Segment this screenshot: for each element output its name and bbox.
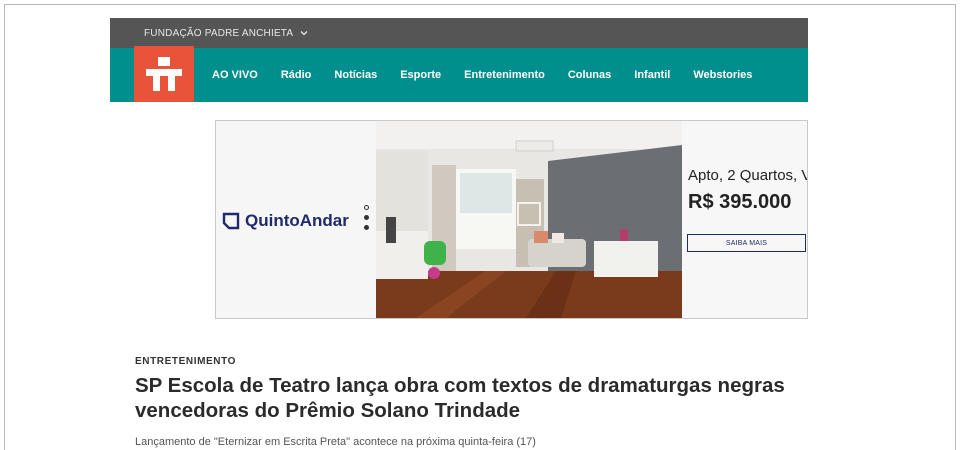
article-subtitle: Lançamento de "Eternizar em Escrita Pret… — [135, 436, 536, 448]
saiba-mais-button[interactable]: SAIBA MAIS — [687, 234, 806, 252]
nav-item-entretenimento[interactable]: Entretenimento — [464, 69, 545, 81]
chevron-down-icon — [300, 31, 308, 36]
ad-price: R$ 395.000 — [688, 191, 792, 213]
carousel-dots[interactable] — [364, 205, 370, 235]
main-nav: AO VIVO Rádio Notícias Esporte Entreteni… — [110, 46, 808, 102]
ad-brand[interactable]: QuintoAndar — [222, 211, 349, 231]
nav-item-ao-vivo[interactable]: AO VIVO — [212, 69, 258, 81]
living-room-image — [376, 121, 682, 318]
ad-brand-name: QuintoAndar — [245, 211, 349, 230]
institutional-bar: FUNDAÇÃO PADRE ANCHIETA — [110, 18, 808, 48]
article-category[interactable]: ENTRETENIMENTO — [135, 356, 236, 367]
nav-item-radio[interactable]: Rádio — [281, 69, 312, 81]
carousel-dot[interactable] — [364, 205, 369, 210]
nav-item-infantil[interactable]: Infantil — [634, 69, 670, 81]
quintoandar-logo-icon — [222, 212, 240, 230]
article-title[interactable]: SP Escola de Teatro lança obra com texto… — [135, 373, 785, 423]
nav-items: AO VIVO Rádio Notícias Esporte Entreteni… — [212, 69, 775, 81]
nav-item-esporte[interactable]: Esporte — [400, 69, 441, 81]
carousel-dot[interactable] — [364, 215, 369, 220]
nav-item-noticias[interactable]: Notícias — [334, 69, 377, 81]
nav-item-webstories[interactable]: Webstories — [693, 69, 752, 81]
ad-offer-panel: Apto, 2 Quartos, V R$ 395.000 SAIBA MAIS — [682, 121, 808, 318]
ad-listing-title: Apto, 2 Quartos, V — [688, 167, 808, 184]
nav-item-colunas[interactable]: Colunas — [568, 69, 611, 81]
carousel-dot[interactable] — [364, 225, 369, 230]
org-label: FUNDAÇÃO PADRE ANCHIETA — [144, 27, 294, 39]
ad-banner[interactable]: QuintoAndar Apto, 2 Quartos, V R$ 395.00… — [215, 120, 808, 319]
org-menu[interactable]: FUNDAÇÃO PADRE ANCHIETA — [144, 28, 309, 39]
apartment-photo[interactable] — [376, 121, 682, 318]
tv-cultura-logo[interactable] — [134, 46, 194, 102]
ad-brand-panel: QuintoAndar — [216, 121, 376, 318]
cultura-logo-icon — [146, 57, 182, 91]
